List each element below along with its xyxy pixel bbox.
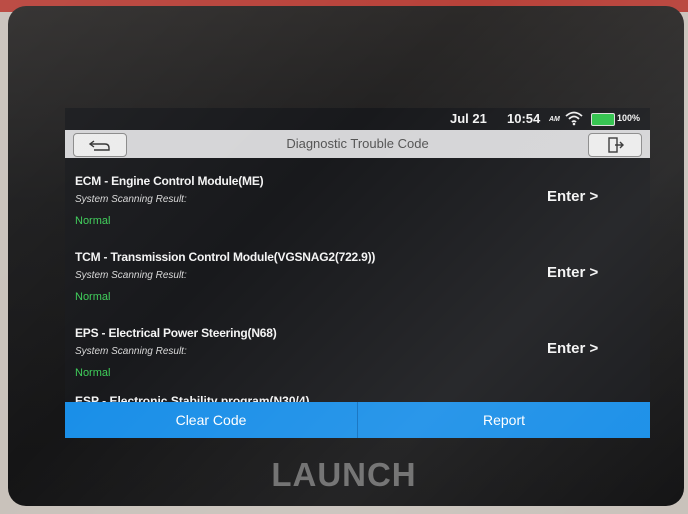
wifi-icon <box>565 111 583 126</box>
scan-status: Normal <box>75 367 111 379</box>
report-button[interactable]: Report <box>358 402 650 438</box>
scan-status: Normal <box>75 215 111 227</box>
status-date: Jul 21 <box>450 111 487 126</box>
status-time: 10:54 <box>507 111 541 126</box>
title-bar: Diagnostic Trouble Code <box>65 130 650 158</box>
list-item: TCM - Transmission Control Module(VGSNAG… <box>65 234 650 310</box>
battery-icon <box>591 113 615 126</box>
action-bar: Clear Code Report <box>65 402 650 438</box>
brand-logo: LAUNCH <box>271 456 417 493</box>
scan-result-label: System Scanning Result: <box>75 270 187 281</box>
enter-button[interactable]: Enter > <box>547 188 598 205</box>
status-ampm: AM <box>549 116 560 123</box>
module-name: ECM - Engine Control Module(ME) <box>75 174 264 188</box>
page-title: Diagnostic Trouble Code <box>286 136 429 151</box>
scan-result-label: System Scanning Result: <box>75 194 187 205</box>
status-bar: Jul 21 10:54 AM 100% <box>65 108 650 130</box>
screen: Jul 21 10:54 AM 100% Diagnostic Trouble … <box>65 108 650 438</box>
scan-status: Normal <box>75 291 111 303</box>
clear-code-button[interactable]: Clear Code <box>65 402 357 438</box>
exit-icon <box>608 137 624 153</box>
exit-button[interactable] <box>588 133 642 157</box>
module-name: EPS - Electrical Power Steering(N68) <box>75 326 277 340</box>
list-item: EPS - Electrical Power Steering(N68) Sys… <box>65 310 650 386</box>
partial-module-name: ESP - Electronic Stability program(N30/4… <box>75 394 310 402</box>
scan-result-label: System Scanning Result: <box>75 346 187 357</box>
module-list: ECM - Engine Control Module(ME) System S… <box>65 158 650 386</box>
battery-percent: 100% <box>617 113 641 123</box>
enter-button[interactable]: Enter > <box>547 340 598 357</box>
list-item: ECM - Engine Control Module(ME) System S… <box>65 158 650 234</box>
enter-button[interactable]: Enter > <box>547 264 598 281</box>
module-name: TCM - Transmission Control Module(VGSNAG… <box>75 250 376 264</box>
